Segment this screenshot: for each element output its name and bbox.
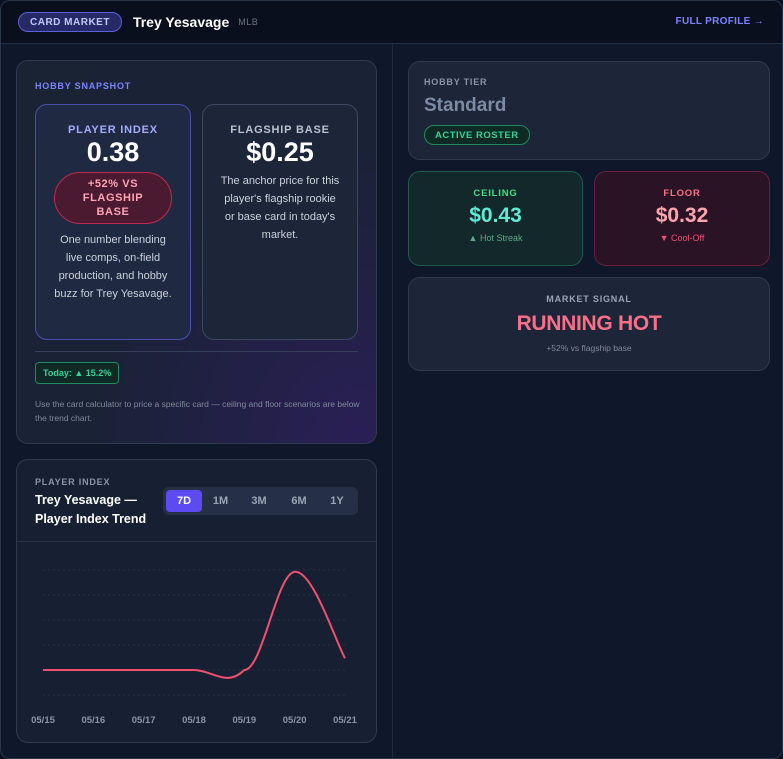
ceiling-sub: ▲ Hot Streak [468, 233, 523, 243]
tab-1y[interactable]: 1Y [319, 490, 355, 512]
series-line [42, 570, 346, 679]
vs-flagship-badge: +52% VS FLAGSHIP BASE [54, 172, 172, 224]
flagship-base-description: The anchor price for this player's flags… [220, 175, 340, 241]
column-divider [392, 44, 393, 758]
floor-value: $0.32 [655, 204, 709, 227]
x-tick-label: 05/20 [283, 715, 307, 726]
x-tick-label: 05/19 [232, 715, 256, 726]
x-tick-label: 05/17 [132, 715, 156, 726]
floor-title: FLOOR [663, 188, 701, 199]
hobby-snapshot-card: HOBBY SNAPSHOT PLAYER INDEX 0.38 +52% VS… [16, 60, 377, 444]
ceiling-card: CEILING $0.43 ▲ Hot Streak [408, 171, 583, 266]
x-tick-label: 05/18 [182, 715, 206, 726]
ceiling-value: $0.43 [469, 204, 522, 227]
flagship-base-value: $0.25 [246, 137, 314, 167]
header: CARD MARKET Trey Yesavage MLB FULL PROFI… [1, 1, 782, 44]
x-tick-label: 05/21 [333, 715, 357, 726]
player-index-trend-card: PLAYER INDEX Trey Yesavage — Player Inde… [16, 459, 377, 743]
league-label: MLB [238, 17, 259, 27]
floor-sub: ▼ Cool-Off [659, 233, 705, 243]
x-tick-label: 05/16 [81, 715, 105, 726]
signal-title: MARKET SIGNAL [546, 294, 632, 304]
ceiling-title: CEILING [473, 188, 518, 199]
today-change-badge: Today: ▲ 15.2% [35, 362, 120, 384]
floor-card: FLOOR $0.32 ▼ Cool-Off [594, 171, 770, 266]
tier-value: Standard [424, 95, 507, 116]
snapshot-note: Use the card calculator to price a speci… [35, 399, 360, 423]
range-tabs: 7D 1M 3M 6M 1Y [163, 487, 358, 515]
flagship-base-card: FLAGSHIP BASE $0.25 The anchor price for… [202, 104, 358, 340]
x-tick-label: 05/15 [31, 715, 55, 726]
active-roster-badge: ACTIVE ROSTER [424, 125, 530, 145]
snapshot-label: HOBBY SNAPSHOT [35, 81, 132, 91]
app-frame: CARD MARKET Trey Yesavage MLB FULL PROFI… [0, 0, 783, 759]
market-signal-card: MARKET SIGNAL RUNNING HOT +52% vs flagsh… [408, 277, 770, 371]
card-market-badge: CARD MARKET [18, 12, 122, 32]
player-index-description: One number blending live comps, on-field… [54, 234, 172, 300]
full-profile-link[interactable]: FULL PROFILE → [676, 16, 764, 27]
tab-6m[interactable]: 6M [279, 490, 319, 512]
snapshot-divider [35, 351, 358, 352]
tier-label: HOBBY TIER [424, 77, 488, 87]
trend-chart: 05/15 05/16 05/17 05/18 05/19 05/20 05/21 [31, 569, 358, 726]
tab-7d[interactable]: 7D [166, 490, 202, 512]
player-name: Trey Yesavage [132, 14, 230, 30]
signal-value: RUNNING HOT [516, 312, 662, 335]
player-index-card: PLAYER INDEX 0.38 +52% VS FLAGSHIP BASE … [35, 104, 191, 340]
trend-title: Trey Yesavage — Player Index Trend [35, 493, 147, 526]
tab-1m[interactable]: 1M [202, 490, 239, 512]
trend-label: PLAYER INDEX [35, 477, 111, 487]
signal-sub: +52% vs flagship base [546, 343, 632, 353]
hobby-tier-card: HOBBY TIER Standard ACTIVE ROSTER [408, 61, 770, 160]
player-index-value: 0.38 [86, 137, 140, 167]
tab-3m[interactable]: 3M [239, 490, 279, 512]
flagship-base-title: FLAGSHIP BASE [230, 124, 330, 136]
player-index-title: PLAYER INDEX [68, 124, 158, 136]
